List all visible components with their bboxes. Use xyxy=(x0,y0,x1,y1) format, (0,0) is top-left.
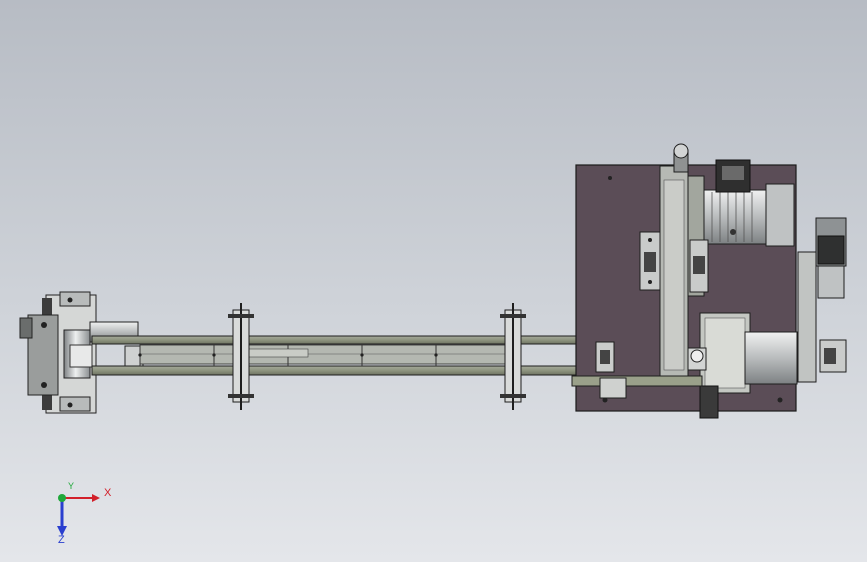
gear-motor xyxy=(797,217,847,383)
x-axis-head xyxy=(92,494,100,502)
rail-frame xyxy=(91,335,577,376)
x-axis-label: X xyxy=(104,487,112,499)
z-axis-label: Z xyxy=(58,534,65,546)
y-axis-label: Y xyxy=(68,481,75,491)
orientation-triad: X Y Z xyxy=(40,478,120,548)
bearing-block-left xyxy=(639,231,661,291)
cad-viewport[interactable] xyxy=(0,0,867,562)
bearing-block-right xyxy=(689,239,709,293)
y-axis-dot xyxy=(58,494,66,502)
left-end-assembly xyxy=(19,291,144,414)
pulley-hub xyxy=(690,349,704,363)
